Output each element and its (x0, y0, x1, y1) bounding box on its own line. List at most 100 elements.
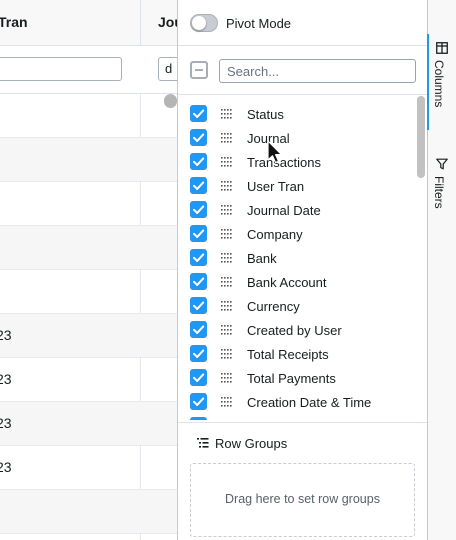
column-label: Status (247, 107, 284, 122)
column-list-item[interactable]: Transactions (178, 150, 414, 174)
pivot-mode-label: Pivot Mode (226, 15, 292, 31)
drag-handle-icon[interactable] (221, 204, 233, 216)
column-list: Status Journal Transactions User Tran Journa… (178, 102, 427, 420)
tab-filters[interactable]: Filters (428, 150, 456, 220)
column-label: Total Payments (247, 371, 336, 386)
column-header-separator[interactable] (140, 0, 141, 46)
column-list-item[interactable] (178, 414, 414, 420)
column-list-item[interactable]: Total Receipts (178, 342, 414, 366)
column-list-item[interactable]: User Tran (178, 174, 414, 198)
column-list-item[interactable]: Journal (178, 126, 414, 150)
filter-input-user-tran[interactable] (0, 57, 122, 81)
column-label: Created by User (247, 323, 342, 338)
drag-handle-icon[interactable] (221, 396, 233, 408)
drag-handle-icon[interactable] (221, 276, 233, 288)
table-row[interactable] (0, 182, 178, 226)
tab-columns-label: Columns (432, 60, 446, 108)
toggle-knob (192, 16, 206, 30)
column-label: Creation Date & Time (247, 395, 372, 410)
table-row[interactable] (0, 226, 178, 270)
column-checkbox[interactable] (190, 393, 207, 410)
panel-divider (178, 45, 427, 46)
tab-columns[interactable]: Columns (427, 34, 456, 130)
table-row[interactable] (0, 94, 178, 138)
column-label: Company (247, 227, 303, 242)
drag-handle-icon[interactable] (221, 324, 233, 336)
column-checkbox[interactable] (190, 177, 207, 194)
column-checkbox[interactable] (190, 369, 207, 386)
column-header-journal[interactable]: Jou (158, 14, 178, 30)
column-list-item[interactable]: Creation Date & Time (178, 390, 414, 414)
column-checkbox[interactable] (190, 105, 207, 122)
column-list-item[interactable]: Journal Date (178, 198, 414, 222)
drag-handle-icon[interactable] (221, 132, 233, 144)
data-grid: Tran Jou d 23 23 23 23 (0, 0, 178, 540)
column-list-item[interactable]: Status (178, 102, 414, 126)
active-tab-indicator (427, 34, 429, 130)
column-label: Bank Account (247, 275, 327, 290)
table-cell: 23 (0, 415, 12, 431)
tab-filters-label: Filters (432, 176, 446, 209)
drag-handle-icon[interactable] (221, 180, 233, 192)
drag-handle-icon[interactable] (221, 348, 233, 360)
column-checkbox[interactable] (190, 249, 207, 266)
table-row[interactable] (0, 270, 178, 314)
drag-handle-icon[interactable] (221, 372, 233, 384)
column-label: Journal (247, 131, 290, 146)
column-list-item[interactable]: Currency (178, 294, 414, 318)
pivot-mode-toggle[interactable] (190, 14, 218, 32)
panel-divider (178, 94, 427, 95)
drag-handle-icon[interactable] (221, 108, 233, 120)
column-label: User Tran (247, 179, 305, 194)
row-groups-header: Row Groups (197, 434, 287, 452)
row-groups-label: Row Groups (215, 435, 288, 451)
column-list-scrollbar[interactable] (417, 96, 425, 178)
table-row[interactable] (0, 490, 178, 534)
table-row[interactable] (0, 138, 178, 182)
column-label: Bank (247, 251, 277, 266)
column-list-item[interactable]: Total Payments (178, 366, 414, 390)
column-label: Journal Date (247, 203, 321, 218)
side-bar: Columns Filters (427, 0, 456, 540)
panel-divider (178, 422, 427, 423)
drag-handle-icon[interactable] (221, 300, 233, 312)
column-label: Total Receipts (247, 347, 329, 362)
table-row[interactable]: 23 (0, 314, 178, 358)
row-groups-icon (197, 438, 209, 448)
filter-input-journal[interactable]: d (158, 57, 178, 81)
column-list-item[interactable]: Bank (178, 246, 414, 270)
column-list-item[interactable]: Created by User (178, 318, 414, 342)
row-groups-drop-zone[interactable]: Drag here to set row groups (190, 463, 415, 537)
column-checkbox[interactable] (190, 297, 207, 314)
column-checkbox[interactable] (190, 225, 207, 242)
drag-handle-icon[interactable] (221, 228, 233, 240)
column-checkbox[interactable] (190, 345, 207, 362)
columns-tool-panel: Pivot Mode Status Journal Transactions User… (177, 0, 427, 540)
row-groups-drop-hint: Drag here to set row groups (225, 492, 380, 506)
column-search-input[interactable] (219, 59, 416, 83)
table-cell: 23 (0, 459, 12, 475)
column-list-item[interactable]: Company (178, 222, 414, 246)
table-row[interactable]: 23 (0, 446, 178, 490)
table-cell: 23 (0, 371, 12, 387)
column-checkbox[interactable] (190, 153, 207, 170)
table-row[interactable]: 23 (0, 358, 178, 402)
drag-handle-icon[interactable] (221, 156, 233, 168)
column-label: Transactions (247, 155, 321, 170)
columns-icon (436, 42, 448, 54)
pivot-mode-row[interactable]: Pivot Mode (190, 12, 291, 34)
drag-handle-icon[interactable] (221, 252, 233, 264)
column-checkbox[interactable] (190, 129, 207, 146)
column-list-item[interactable]: Bank Account (178, 270, 414, 294)
column-checkbox[interactable] (190, 417, 207, 420)
column-header-user-tran[interactable]: Tran (0, 14, 28, 30)
filter-icon (436, 158, 448, 170)
table-cell: 23 (0, 327, 12, 343)
column-checkbox[interactable] (190, 273, 207, 290)
column-checkbox[interactable] (190, 201, 207, 218)
grid-filter-row: d (0, 46, 178, 94)
grid-header-row: Tran Jou (0, 0, 178, 46)
table-row[interactable]: 23 (0, 402, 178, 446)
column-checkbox[interactable] (190, 321, 207, 338)
select-all-checkbox[interactable] (190, 61, 208, 79)
